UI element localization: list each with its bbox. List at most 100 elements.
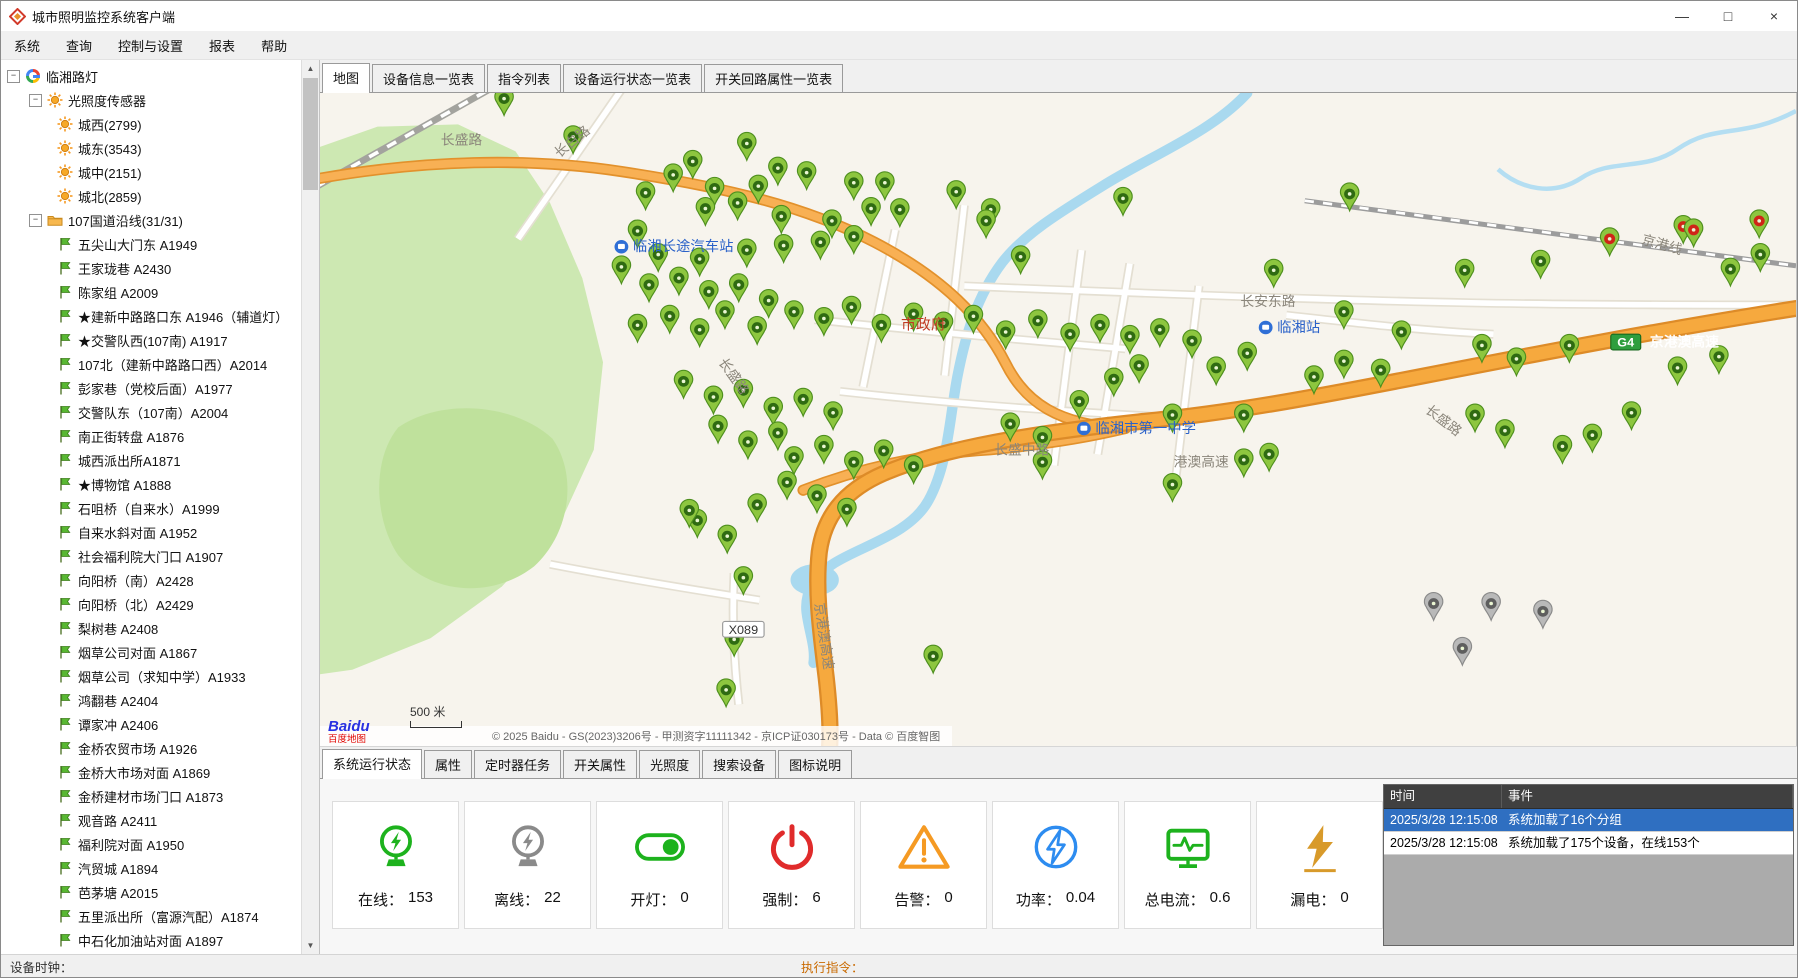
tree-item-label: 金桥大市场对面 A1869: [78, 763, 210, 782]
tree-item[interactable]: 城中(2151): [1, 160, 301, 184]
scroll-up-arrow[interactable]: ▲: [302, 60, 319, 77]
close-button[interactable]: ×: [1751, 1, 1797, 31]
tree-item[interactable]: 五里派出所（富源汽配）A1874: [1, 904, 301, 928]
svg-text:京港澳高速: 京港澳高速: [1650, 334, 1719, 350]
tab-command-list[interactable]: 指令列表: [487, 64, 561, 92]
tab-map[interactable]: 地图: [322, 63, 370, 93]
tree-item[interactable]: 彭家巷（党校后面）A1977: [1, 376, 301, 400]
exec-command-label: 执行指令：: [801, 957, 864, 976]
tree-item[interactable]: 金桥建材市场门口 A1873: [1, 784, 301, 808]
tree-item[interactable]: 城西(2799): [1, 112, 301, 136]
tree-item[interactable]: ★建新中路路口东 A1946（辅道灯）: [1, 304, 301, 328]
tree-item[interactable]: ★博物馆 A1888: [1, 472, 301, 496]
map-label: 长安东路: [1240, 294, 1296, 309]
bottom-panel: 在线：153离线：22开灯：0强制：6告警：0功率：0.04总电流：0.6漏电：…: [320, 779, 1797, 954]
tree-item[interactable]: 芭茅塘 A2015: [1, 880, 301, 904]
tree-item[interactable]: 社会福利院大门口 A1907: [1, 544, 301, 568]
event-col-time[interactable]: 时间: [1384, 785, 1502, 808]
map-canvas[interactable]: 长盛路长白路临湘长途汽车站市政府长安东路临湘站京港线G4京港澳高速临湘市第一中学…: [320, 93, 1796, 746]
tree-item[interactable]: 烟草公司（求知中学）A1933: [1, 664, 301, 688]
tree-item[interactable]: 梨树巷 A2408: [1, 616, 301, 640]
tab-icon-legend[interactable]: 图标说明: [778, 750, 852, 778]
card-value: 0: [680, 889, 688, 910]
device-flag-icon: [57, 836, 73, 852]
tab-properties[interactable]: 属性: [424, 750, 472, 778]
event-row[interactable]: 2025/3/28 12:15:08系统加载了175个设备，在线153个: [1384, 832, 1793, 855]
menu-control-settings[interactable]: 控制与设置: [105, 31, 196, 59]
tab-switch-loop-list[interactable]: 开关回路属性一览表: [704, 64, 843, 92]
tree-item[interactable]: 谭家冲 A2406: [1, 712, 301, 736]
tree-item-label: 交警队东（107南）A2004: [78, 403, 228, 422]
tree-item-label: 王家珑巷 A2430: [78, 259, 171, 278]
device-clock-label: 设备时钟：: [10, 957, 73, 976]
tree-item-label: 烟草公司（求知中学）A1933: [78, 667, 246, 686]
menu-help[interactable]: 帮助: [248, 31, 300, 59]
tree-item[interactable]: 中石化加油站对面 A1897: [1, 928, 301, 952]
event-text: 系统加载了16个分组: [1502, 809, 1793, 831]
maximize-button[interactable]: □: [1705, 1, 1751, 31]
menu-query[interactable]: 查询: [53, 31, 105, 59]
event-col-event[interactable]: 事件: [1502, 785, 1793, 808]
device-flag-icon: [57, 860, 73, 876]
device-flag-icon: [57, 788, 73, 804]
menu-report[interactable]: 报表: [196, 31, 248, 59]
tree-item[interactable]: 金桥大市场对面 A1869: [1, 760, 301, 784]
tree-item[interactable]: 城东(3543): [1, 136, 301, 160]
tab-switch-props[interactable]: 开关属性: [563, 750, 637, 778]
tree-scrollbar[interactable]: ▲ ▼: [301, 60, 319, 954]
sun-sensor-icon: [57, 164, 73, 180]
menu-system[interactable]: 系统: [1, 31, 53, 59]
device-flag-icon: [57, 764, 73, 780]
tree-item[interactable]: 烟草公司对面 A1867: [1, 640, 301, 664]
tree-item[interactable]: 向阳桥（北）A2429: [1, 592, 301, 616]
tree-item[interactable]: 城西派出所A1871: [1, 448, 301, 472]
tab-device-info-list[interactable]: 设备信息一览表: [372, 64, 485, 92]
card-label: 在线：: [358, 889, 403, 910]
device-flag-icon: [57, 908, 73, 924]
tree-item[interactable]: 南正街转盘 A1876: [1, 424, 301, 448]
tree-item[interactable]: 107北（建新中路路口西）A2014: [1, 352, 301, 376]
event-log: 时间事件 2025/3/28 12:15:08系统加载了16个分组2025/3/…: [1383, 784, 1794, 946]
tree-item[interactable]: 城北(2859): [1, 184, 301, 208]
tree-item[interactable]: 观音路 A2411: [1, 808, 301, 832]
tree-item[interactable]: ★交警队西(107南) A1917: [1, 328, 301, 352]
tree-item[interactable]: 自来水斜对面 A1952: [1, 520, 301, 544]
tree-item-label: 彭家巷（党校后面）A1977: [78, 379, 233, 398]
tree-item[interactable]: 金桥农贸市场 A1926: [1, 736, 301, 760]
tree-item-label: 梨树巷 A2408: [78, 619, 158, 638]
map-scale: 500 米: [410, 703, 462, 728]
tree-item-label: 向阳桥（北）A2429: [78, 595, 194, 614]
tree-expand-box[interactable]: −: [29, 214, 42, 227]
tree-item[interactable]: 向阳桥（南）A2428: [1, 568, 301, 592]
device-tree: −临湘路灯−光照度传感器城西(2799)城东(3543)城中(2151)城北(2…: [1, 64, 301, 954]
tree-item[interactable]: 石咀桥（自来水）A1999: [1, 496, 301, 520]
tree-group-2[interactable]: −107国道沿线(31/31): [1, 208, 301, 232]
tree-item[interactable]: 陈家组 A2009: [1, 280, 301, 304]
map[interactable]: 长盛路长白路临湘长途汽车站市政府长安东路临湘站京港线G4京港澳高速临湘市第一中学…: [320, 93, 1797, 746]
tab-system-status[interactable]: 系统运行状态: [322, 749, 422, 779]
tab-search-device[interactable]: 搜索设备: [702, 750, 776, 778]
app-window: 城市照明监控系统客户端 — □ × 系统查询控制与设置报表帮助 −临湘路灯−光照…: [0, 0, 1798, 978]
event-row[interactable]: 2025/3/28 12:15:08系统加载了16个分组: [1384, 809, 1793, 832]
scroll-down-arrow[interactable]: ▼: [302, 937, 319, 954]
map-label: 京港澳高速: [1650, 334, 1719, 350]
tab-device-status-list[interactable]: 设备运行状态一览表: [563, 64, 702, 92]
tree-group-1[interactable]: −光照度传感器: [1, 88, 301, 112]
tree-item[interactable]: 鸿翻巷 A2404: [1, 688, 301, 712]
tree-expand-box[interactable]: −: [7, 70, 20, 83]
scroll-thumb[interactable]: [303, 78, 318, 190]
tree-item[interactable]: 交警队东（107南）A2004: [1, 400, 301, 424]
folder-icon: [47, 212, 63, 228]
tree-item[interactable]: 五尖山大门东 A1949: [1, 232, 301, 256]
tree-item[interactable]: 福利院对面 A1950: [1, 832, 301, 856]
tree-item-label: 城西派出所A1871: [78, 451, 181, 470]
tree-item[interactable]: 汽贸城 A1894: [1, 856, 301, 880]
tree-expand-box[interactable]: −: [29, 94, 42, 107]
tab-timer-tasks[interactable]: 定时器任务: [474, 750, 561, 778]
minimize-button[interactable]: —: [1659, 1, 1705, 31]
svg-text:G4: G4: [1617, 336, 1634, 350]
tree-root[interactable]: −临湘路灯: [1, 64, 301, 88]
card-value: 0.04: [1066, 889, 1095, 910]
tree-item[interactable]: 王家珑巷 A2430: [1, 256, 301, 280]
tab-illuminance[interactable]: 光照度: [639, 750, 700, 778]
